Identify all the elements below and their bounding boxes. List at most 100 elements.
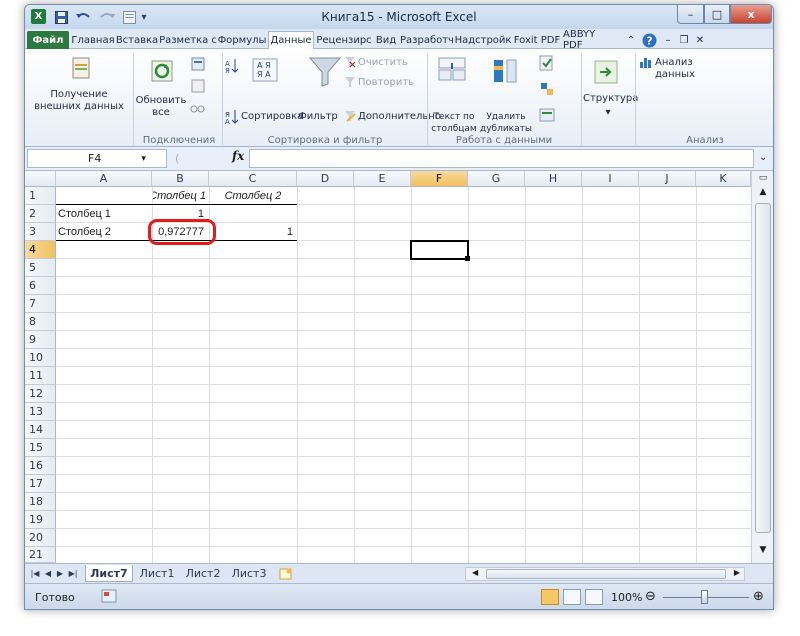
cell-c3[interactable]: 1: [210, 223, 295, 240]
clear-filter-icon[interactable]: [343, 55, 357, 69]
row-header-4[interactable]: 4: [25, 241, 56, 259]
select-all-corner[interactable]: [25, 171, 56, 187]
scroll-down-icon[interactable]: ▼: [755, 545, 771, 559]
data-validation-icon[interactable]: [539, 55, 555, 71]
sheet-tab-list3[interactable]: Лист3: [227, 565, 271, 582]
outline-button[interactable]: Структура: [583, 93, 638, 105]
prev-sheet-icon[interactable]: ◀: [43, 565, 53, 582]
column-header-d[interactable]: D: [297, 171, 354, 187]
expand-formula-icon[interactable]: ⌄: [759, 152, 767, 163]
reapply-button[interactable]: Повторить: [358, 77, 418, 89]
scroll-up-icon[interactable]: ▲: [755, 187, 771, 201]
split-box-icon[interactable]: ▭: [755, 173, 771, 185]
reapply-icon[interactable]: [343, 75, 357, 89]
sort-za-icon[interactable]: ЯA: [225, 109, 239, 125]
sort-dialog-icon[interactable]: А ЯЯ А: [251, 57, 279, 83]
last-sheet-icon[interactable]: ▶|: [67, 565, 79, 582]
tab-page-layout[interactable]: Разметка с: [159, 31, 217, 49]
tab-developer[interactable]: Разработч: [400, 31, 454, 49]
text-to-columns-button[interactable]: Текст по столбцам: [431, 111, 477, 135]
tab-file[interactable]: Файл: [27, 31, 69, 49]
first-sheet-icon[interactable]: |◀: [29, 565, 41, 582]
remove-duplicates-icon[interactable]: [491, 57, 521, 85]
horizontal-scrollbar[interactable]: ◀ ▶: [465, 567, 745, 581]
cell-a3[interactable]: Столбец 2: [58, 223, 151, 240]
column-header-a[interactable]: A: [56, 171, 152, 187]
active-cell-f4[interactable]: [410, 240, 469, 260]
cell-b1[interactable]: Столбец 1: [153, 187, 208, 204]
spreadsheet-grid[interactable]: A B C D E F G H I J K 1 2 3 4 5 6 7 8 9 …: [25, 171, 773, 563]
properties-icon[interactable]: [189, 77, 207, 95]
row-header-11[interactable]: 11: [25, 367, 56, 385]
row-header-10[interactable]: 10: [25, 349, 56, 367]
row-header-13[interactable]: 13: [25, 403, 56, 421]
remove-duplicates-button[interactable]: Удалить дубликаты: [479, 111, 533, 135]
vertical-scrollbar[interactable]: ▭ ▲ ▼: [751, 171, 773, 563]
tab-review[interactable]: Рецензирс: [315, 31, 373, 49]
column-header-h[interactable]: H: [525, 171, 582, 187]
edit-links-icon[interactable]: [189, 101, 207, 117]
row-header-8[interactable]: 8: [25, 313, 56, 331]
row-header-20[interactable]: 20: [25, 529, 56, 547]
h-scroll-thumb[interactable]: [486, 569, 726, 579]
column-header-k[interactable]: K: [696, 171, 751, 187]
row-header-9[interactable]: 9: [25, 331, 56, 349]
data-analysis-icon[interactable]: [639, 55, 655, 69]
sort-button[interactable]: Сортировка: [241, 111, 303, 123]
cell-c1[interactable]: Столбец 2: [210, 187, 296, 204]
zoom-slider-thumb[interactable]: [701, 590, 708, 604]
tab-insert[interactable]: Вставка: [115, 31, 159, 49]
external-data-button[interactable]: Получение внешних данных: [27, 89, 131, 113]
tab-data[interactable]: Данные: [268, 31, 314, 49]
outline-dropdown-icon[interactable]: ▾: [603, 107, 613, 119]
cell-a2[interactable]: Столбец 1: [58, 205, 151, 222]
row-header-12[interactable]: 12: [25, 385, 56, 403]
advanced-filter-icon[interactable]: [343, 109, 357, 123]
normal-view-icon[interactable]: [541, 589, 559, 605]
tab-formulas[interactable]: Формулы: [217, 31, 267, 49]
column-header-i[interactable]: I: [582, 171, 639, 187]
row-header-15[interactable]: 15: [25, 439, 56, 457]
maximize-button[interactable]: □: [704, 5, 730, 24]
row-header-5[interactable]: 5: [25, 259, 56, 277]
help-icon[interactable]: ?: [640, 31, 658, 49]
next-sheet-icon[interactable]: ▶: [55, 565, 65, 582]
row-header-2[interactable]: 2: [25, 205, 56, 223]
fill-handle[interactable]: [465, 256, 470, 261]
refresh-all-button[interactable]: Обновить все: [135, 95, 187, 119]
tab-foxit-pdf[interactable]: Foxit PDF: [512, 31, 562, 49]
scroll-left-icon[interactable]: ◀: [472, 568, 478, 577]
text-to-columns-icon[interactable]: [437, 55, 467, 83]
name-box[interactable]: F4 ▾: [27, 149, 167, 168]
name-box-dropdown-icon[interactable]: ▾: [141, 154, 146, 164]
zoom-out-icon[interactable]: ⊖: [645, 589, 656, 604]
tab-abbyy-pdf[interactable]: ABBYY PDF: [563, 29, 617, 51]
column-header-e[interactable]: E: [354, 171, 411, 187]
minimize-ribbon-icon[interactable]: ⌃: [623, 31, 639, 49]
minimize-button[interactable]: –: [677, 5, 704, 24]
row-header-19[interactable]: 19: [25, 511, 56, 529]
filter-icon[interactable]: [307, 55, 343, 89]
column-header-b[interactable]: B: [152, 171, 209, 187]
row-header-14[interactable]: 14: [25, 421, 56, 439]
scroll-right-icon[interactable]: ▶: [734, 568, 740, 577]
connections-icon[interactable]: [189, 55, 207, 73]
what-if-icon[interactable]: [539, 107, 555, 123]
sort-az-icon[interactable]: AЯ: [225, 59, 239, 74]
sheet-tab-list2[interactable]: Лист2: [181, 565, 225, 582]
page-break-view-icon[interactable]: [585, 589, 603, 605]
insert-function-icon[interactable]: fx: [232, 149, 244, 163]
row-header-16[interactable]: 16: [25, 457, 56, 475]
row-header-7[interactable]: 7: [25, 295, 56, 313]
doc-restore-icon[interactable]: ❐: [677, 31, 691, 49]
row-header-21[interactable]: 21: [25, 547, 56, 563]
advanced-button[interactable]: Дополнительно: [358, 111, 441, 123]
close-button[interactable]: x: [730, 5, 772, 24]
tab-view[interactable]: Вид: [373, 31, 399, 49]
consolidate-icon[interactable]: [539, 81, 555, 97]
external-data-icon[interactable]: [67, 55, 95, 83]
column-header-f[interactable]: F: [411, 171, 468, 187]
column-header-c[interactable]: C: [209, 171, 297, 187]
refresh-all-icon[interactable]: [149, 57, 177, 85]
scroll-thumb[interactable]: [755, 203, 771, 533]
